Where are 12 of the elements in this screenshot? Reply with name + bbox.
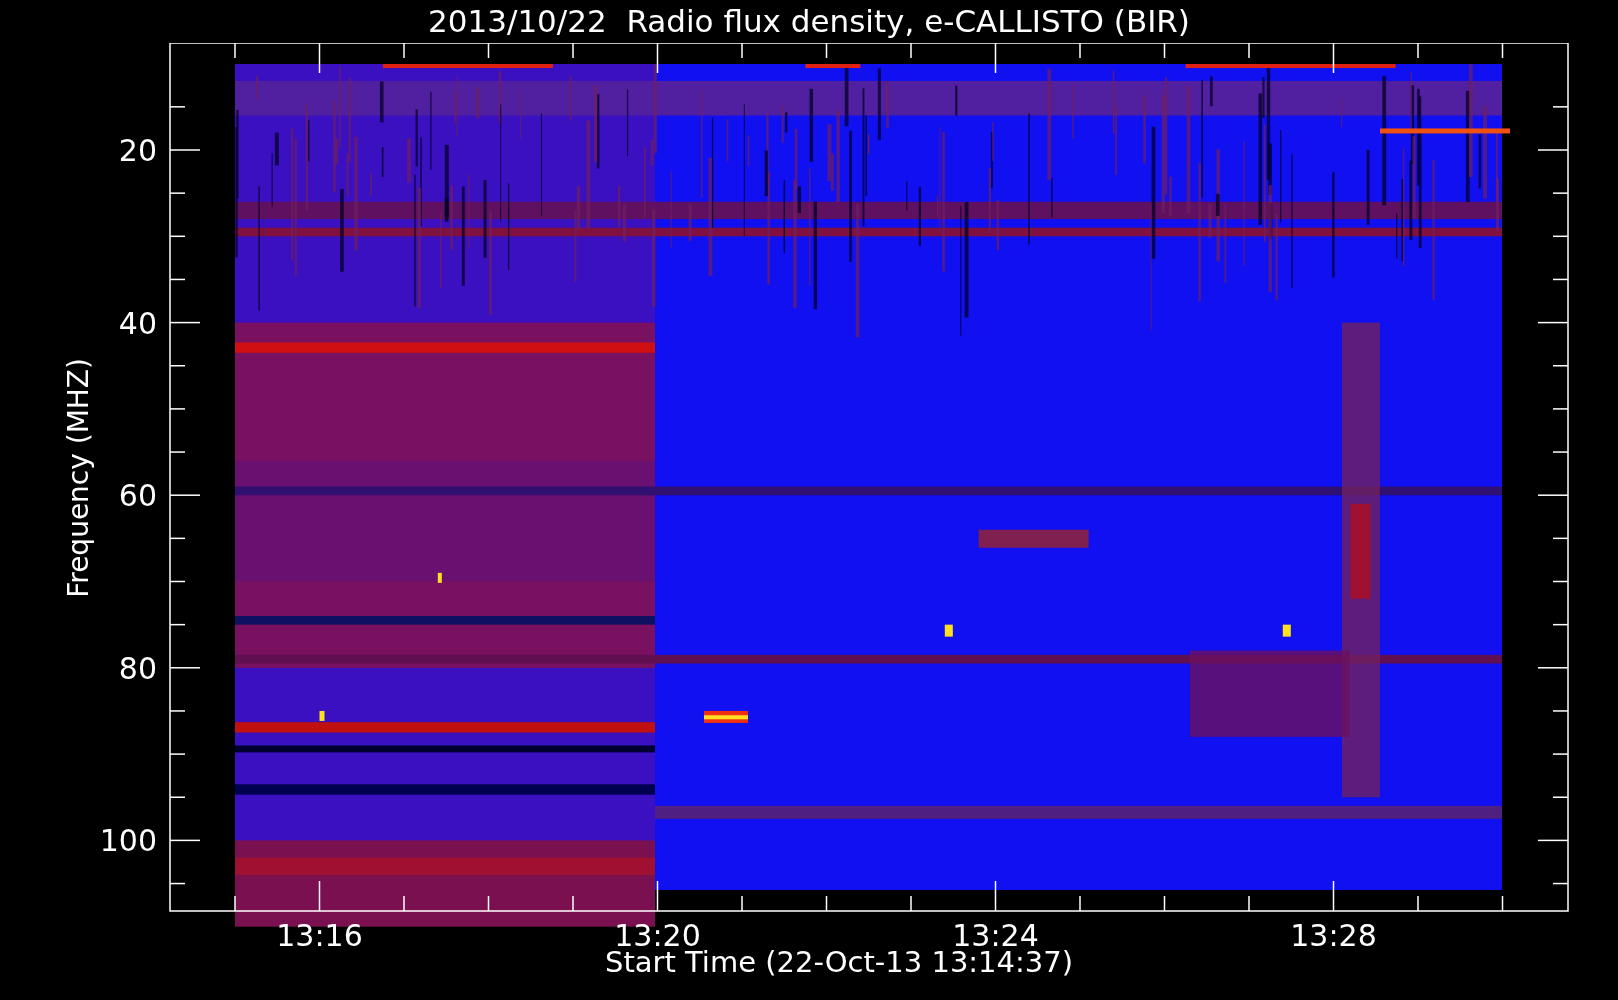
- x-tick-label: 13:24: [952, 918, 1039, 948]
- x-tick-label: 13:28: [1290, 918, 1377, 948]
- x-tick-label: 13:20: [614, 918, 701, 948]
- chart-title: 2013/10/22 Radio flux density, e-CALLISTO (BIR): [428, 6, 1190, 37]
- x-tick-label: 13:16: [276, 918, 363, 948]
- y-tick-label: 60: [118, 478, 157, 514]
- y-tick-label: 40: [118, 305, 157, 341]
- y-tick-label: 20: [118, 133, 157, 168]
- y-tick-label: 80: [118, 650, 157, 686]
- x-axis-label: Start Time (22-Oct-13 13:14:37): [605, 948, 1073, 977]
- y-tick-label: 100: [99, 823, 157, 859]
- y-axis-label: Frequency (MHZ): [62, 358, 95, 598]
